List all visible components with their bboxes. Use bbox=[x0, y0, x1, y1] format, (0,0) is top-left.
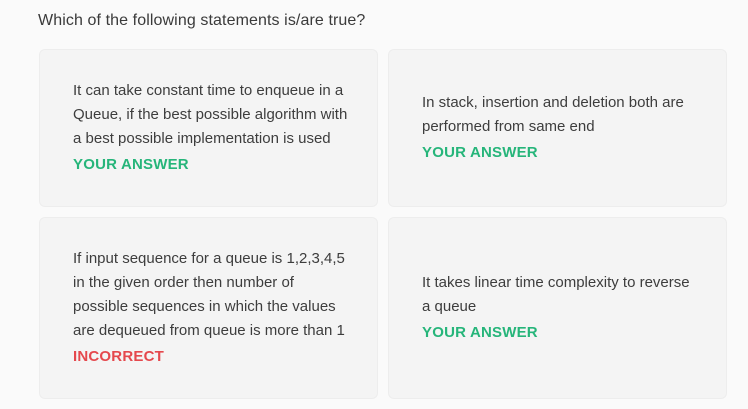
options-grid: It can take constant time to enqueue in … bbox=[39, 49, 727, 399]
option-card-3[interactable]: If input sequence for a queue is 1,2,3,4… bbox=[39, 217, 378, 399]
option-card-2[interactable]: In stack, insertion and deletion both ar… bbox=[388, 49, 727, 207]
question-text: Which of the following statements is/are… bbox=[38, 12, 366, 29]
option-4-text: It takes linear time complexity to rever… bbox=[422, 274, 690, 315]
option-1-status: YOUR ANSWER bbox=[73, 156, 189, 173]
option-3-status: INCORRECT bbox=[73, 348, 164, 365]
option-2-text: In stack, insertion and deletion both ar… bbox=[422, 94, 684, 135]
option-2-status: YOUR ANSWER bbox=[422, 144, 538, 161]
option-4-status: YOUR ANSWER bbox=[422, 324, 538, 341]
quiz-review-page: Which of the following statements is/are… bbox=[0, 0, 748, 409]
option-3-text: If input sequence for a queue is 1,2,3,4… bbox=[73, 250, 345, 339]
option-1-text: It can take constant time to enqueue in … bbox=[73, 82, 348, 147]
option-card-1[interactable]: It can take constant time to enqueue in … bbox=[39, 49, 378, 207]
option-card-4[interactable]: It takes linear time complexity to rever… bbox=[388, 217, 727, 399]
